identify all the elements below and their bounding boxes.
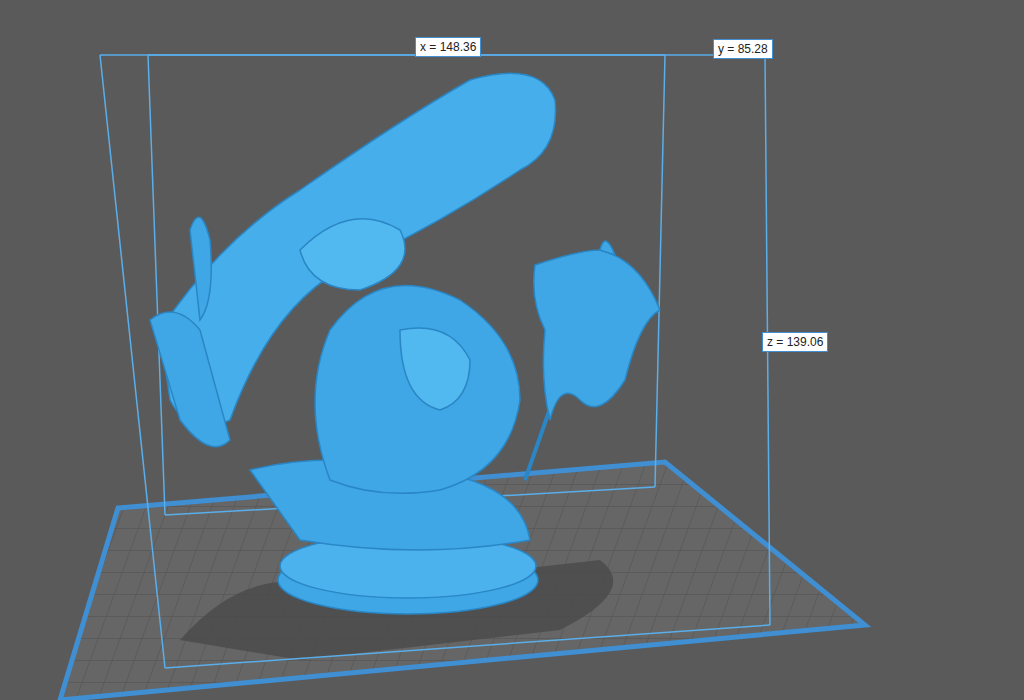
x-dimension-label: x = 148.36 xyxy=(415,37,481,57)
z-dimension-label: z = 139.06 xyxy=(762,332,828,352)
y-dimension-label: y = 85.28 xyxy=(713,39,773,59)
scene-icon xyxy=(0,0,1024,700)
3d-viewport[interactable]: x = 148.36 y = 85.28 z = 139.06 xyxy=(0,0,1024,700)
